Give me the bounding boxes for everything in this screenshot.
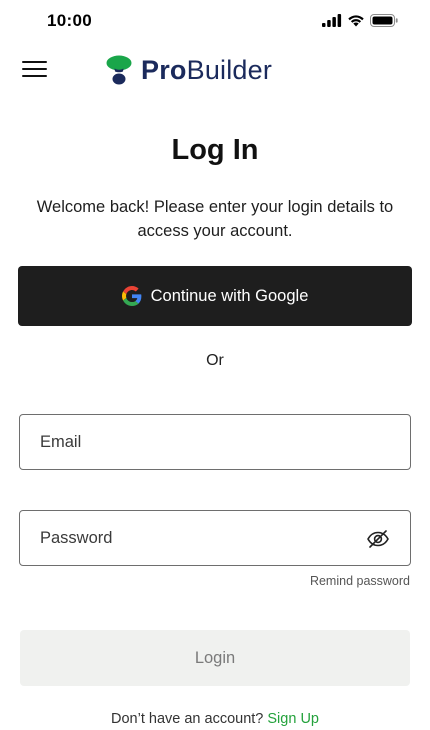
logo-text-regular: Builder [186, 55, 273, 85]
google-icon [121, 286, 141, 306]
password-field-container [19, 510, 411, 566]
logo-text: ProBuilder [141, 54, 272, 86]
logo: ProBuilder [105, 54, 272, 86]
eye-off-icon[interactable] [366, 527, 390, 551]
app-header: ProBuilder [0, 44, 430, 96]
password-field[interactable] [20, 511, 410, 565]
status-bar: 10:00 [0, 0, 430, 44]
wifi-icon [348, 15, 364, 27]
login-button[interactable]: Login [20, 630, 410, 686]
battery-icon [370, 14, 398, 27]
probuilder-logo-icon [106, 55, 132, 85]
signup-prompt: Don’t have an account? [111, 711, 264, 727]
login-button-label: Login [194, 648, 236, 667]
remind-password-link[interactable]: Remind password [310, 574, 410, 588]
email-field[interactable] [20, 415, 410, 469]
logo-text-bold: Pro [141, 55, 187, 85]
page-title: Log In [171, 134, 259, 166]
continue-with-google-label: Continue with Google [150, 286, 309, 305]
status-icons [322, 14, 398, 27]
or-divider: Or [206, 352, 224, 369]
continue-with-google-button[interactable]: Continue with Google [18, 266, 412, 326]
status-time: 10:00 [47, 11, 92, 30]
email-field-container [19, 414, 411, 470]
sign-up-link[interactable]: Sign Up [267, 711, 319, 727]
page-subtitle: Welcome back! Please enter your login de… [36, 198, 394, 240]
cellular-signal-icon [322, 14, 342, 27]
hamburger-menu-icon[interactable] [22, 58, 48, 80]
signup-row: Don’t have an account? Sign Up [0, 711, 430, 727]
